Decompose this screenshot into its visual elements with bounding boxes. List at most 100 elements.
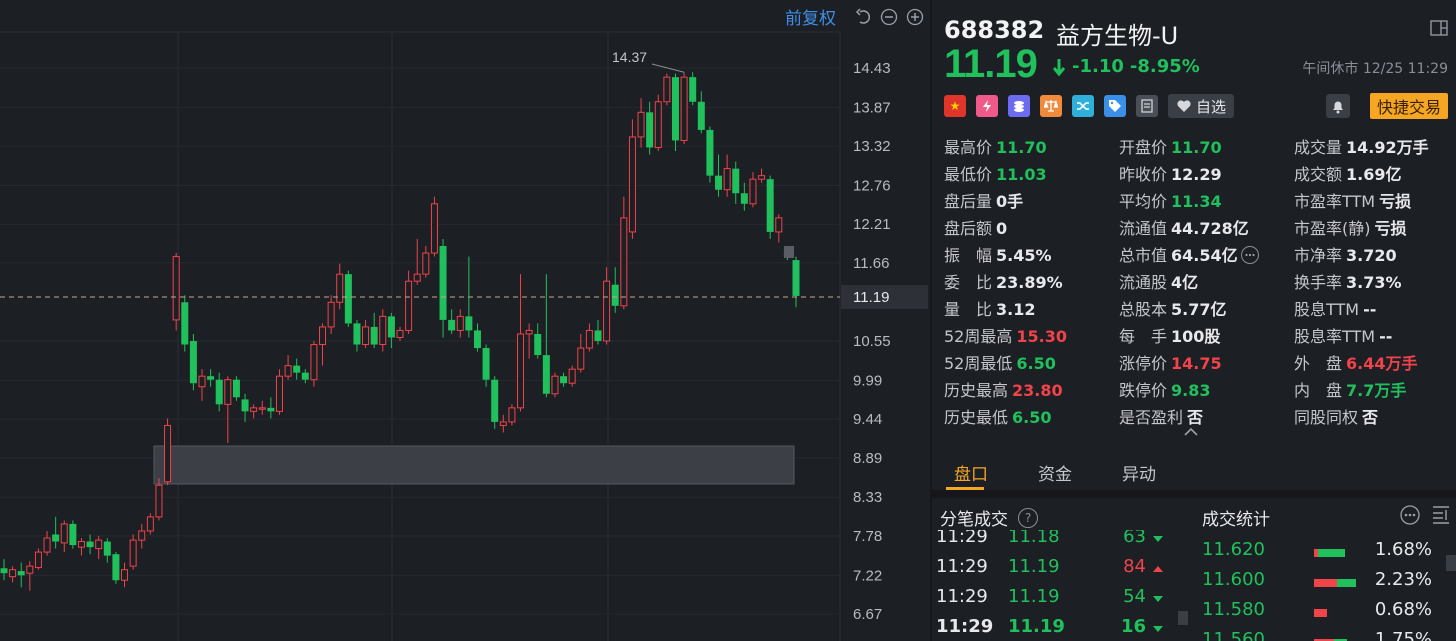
tab-capital[interactable]: 资金 [1038,460,1072,485]
more-icon[interactable] [1400,505,1420,525]
price-adjust-toggle[interactable]: 前复权 [785,4,836,29]
kline-chart[interactable]: 14.37 14.43 13.87 13.32 12.76 12.21 11.66 10.5… [0,0,928,641]
candle-body [542,355,550,394]
stat-label: 52周最低 [944,354,1013,373]
down-triangle-icon [1153,536,1163,542]
ticks-header: 分笔成交 ? [940,505,1038,530]
document-icon[interactable] [1136,95,1158,117]
candle-body [654,101,662,149]
stat-value: 9.83 [1171,381,1211,400]
stat-item: 跌停价 9.83 [1119,377,1211,401]
candle-body [749,178,757,205]
china-flag-icon[interactable]: ★ [944,95,966,117]
stat-item: 涨停价 14.75 [1119,350,1222,374]
candle-body [267,407,275,412]
candle [422,246,430,278]
tag-icon[interactable] [1104,95,1126,117]
candle [129,534,137,570]
candle-body [758,175,766,180]
stat-item: 同股同权否 [1294,404,1378,428]
layout-icon[interactable] [1432,506,1450,524]
stat-value: 4亿 [1171,273,1199,292]
candle-body [34,551,42,569]
stat-item: 振 幅 5.45% [944,242,1052,266]
candle-body [585,329,593,349]
stat-label: 股息率TTM [1294,327,1376,346]
stat-value: 14.92万手 [1346,138,1429,157]
candle-body [9,569,17,578]
candle-body [112,554,120,581]
candle-body [396,329,404,338]
tab-anomaly[interactable]: 异动 [1122,460,1156,485]
quote-panel: 688382 益方生物-U 11.19 -1.10 -8.95% 午间休市 12… [930,0,1456,641]
zoom-out-icon[interactable] [880,8,898,26]
chart-toolbar: 前复权 [785,4,924,29]
stat-item: 总股本 5.77亿 [1119,296,1227,320]
candle [121,562,129,588]
candle-body [491,379,499,422]
candle [387,312,395,349]
candle-body [293,365,301,373]
help-icon[interactable]: ? [1018,507,1038,528]
coin-stack-icon[interactable] [1008,95,1030,117]
stat-item: 流通股 4亿 [1119,269,1198,293]
watchlist-button[interactable]: 自选 [1168,94,1235,118]
candle-body [172,256,180,321]
candle [715,154,723,197]
candle-body [387,316,395,338]
stat-item: 开盘价 11.70 [1119,134,1222,158]
candle-body [121,569,129,581]
stat-item: 每 手 100股 [1119,323,1220,347]
distribution-list[interactable]: 11.620 1.68% 11.600 2.23% 11.580 0.68% 11.560 1… [1202,530,1452,641]
candle [9,566,17,583]
quick-trade-button[interactable]: 快捷交易 [1369,93,1448,119]
ticks-title: 分笔成交 [940,510,1008,530]
candle-body [86,541,94,548]
scale-icon[interactable] [1040,95,1062,117]
stat-item: 总市值 64.54亿 [1119,242,1259,266]
tab-orderbook[interactable]: 盘口 [954,460,988,485]
y-tick-label: 11.66 [853,255,889,272]
undo-icon[interactable] [854,7,872,26]
shuffle-icon[interactable] [1072,95,1094,117]
candle [560,372,568,387]
alert-bell-button[interactable] [1326,94,1350,118]
ticks-scrollbar[interactable] [1178,611,1188,625]
candle-body [628,136,636,233]
candle-body [336,273,344,303]
panel-layout-icon[interactable] [1430,20,1448,36]
y-tick-label: 6.67 [853,606,882,623]
ticks-list[interactable]: 11:29 11.18 63 11:29 11.19 84 11:29 11.19 54 11:2… [932,530,1182,641]
kline-chart-panel[interactable]: 14.37 14.43 13.87 13.32 12.76 12.21 11.66 10.5… [0,0,928,641]
candle-body [517,333,525,409]
candle [293,358,301,380]
y-tick-label: 9.99 [853,372,882,389]
more-info-icon[interactable] [1240,245,1259,264]
stat-item: 盘后额 0 [944,215,1007,239]
distribution-percent: 0.68% [1374,599,1432,620]
zoom-in-icon[interactable] [906,8,924,26]
candle [258,400,266,415]
down-arrow-icon [1052,58,1066,76]
margin-icon[interactable] [976,95,998,117]
candle-body [792,260,800,296]
distribution-scrollbar[interactable] [1446,555,1456,571]
stat-item: 成交量 14.92万手 [1294,134,1429,158]
tick-price: 11.19 [1008,616,1065,637]
section-divider [932,490,1456,498]
stat-value: 3.720 [1346,246,1397,265]
bar-sell-segment [1317,549,1346,557]
distribution-percent: 2.23% [1374,569,1432,590]
candle [723,154,731,197]
y-tick-label: 12.21 [853,216,891,233]
stat-label: 盘后量 [944,192,993,211]
stat-value: 11.70 [996,138,1047,157]
candle [499,414,507,433]
stat-label: 52周最高 [944,327,1013,346]
candle [379,309,387,352]
bar-sell-segment [1337,579,1356,587]
stat-value: 23.80 [1012,381,1063,400]
stat-label: 市盈率TTM [1294,192,1376,211]
collapse-chevron-icon[interactable] [1184,426,1198,436]
candle-body [215,379,223,405]
